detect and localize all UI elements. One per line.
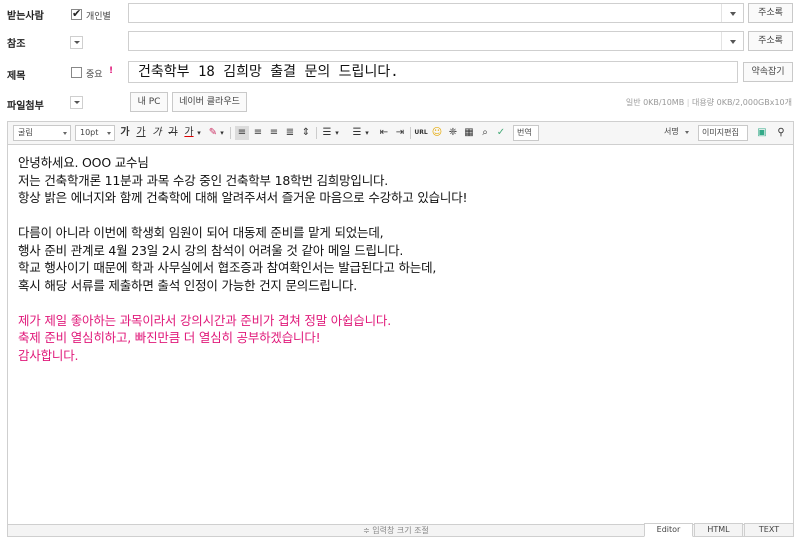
body-line: 항상 밝은 에너지와 함께 건축학에 대해 알려주셔서 즐거운 마음으로 수강하… xyxy=(18,190,468,205)
italic-button[interactable]: 가 xyxy=(150,126,164,140)
image-icon[interactable]: ▣ xyxy=(755,126,769,140)
quota-large: 대용량 0KB/2,000GBx10개 xyxy=(691,98,792,107)
font-size-select[interactable]: 10pt xyxy=(75,125,115,141)
link-icon[interactable]: URL xyxy=(414,126,428,140)
my-pc-button[interactable]: 내 PC xyxy=(130,92,168,112)
recipients-label: 받는사람 xyxy=(7,11,44,22)
individual-checkbox[interactable] xyxy=(71,7,82,20)
table-icon[interactable]: ▦ xyxy=(462,126,476,140)
font-color-button[interactable]: 가 xyxy=(182,126,196,140)
body-line-highlight: 감사합니다. xyxy=(18,347,79,363)
align-right-icon[interactable]: ≡ xyxy=(267,126,281,140)
attachment-quota: 일반 0KB/10MB | 대용량 0KB/2,000GBx10개 xyxy=(625,98,792,107)
numbered-list-dropdown-icon[interactable]: ▾ xyxy=(333,126,341,140)
important-checkbox[interactable] xyxy=(71,67,82,78)
align-center-icon[interactable]: ≡ xyxy=(251,126,265,140)
recipients-address-book-button[interactable]: 주소록 xyxy=(748,3,793,23)
reservation-button[interactable]: 약속잡기 xyxy=(743,62,793,82)
tab-text[interactable]: TEXT xyxy=(744,523,794,537)
bullet-list-icon[interactable]: ☰ xyxy=(350,126,364,140)
bullet-list-dropdown-icon[interactable]: ▾ xyxy=(363,126,371,140)
align-left-icon[interactable]: ≡ xyxy=(235,126,249,140)
body-line: 저는 건축학개론 11분과 과목 수강 중인 건축학부 18학번 김희망입니다. xyxy=(18,172,389,188)
strike-button[interactable]: 가 xyxy=(166,126,180,140)
important-mark: ! xyxy=(109,66,114,76)
indent-icon[interactable]: ⇥ xyxy=(393,126,407,140)
body-line: 혹시 해당 서류를 제출하면 출석 인정이 가능한 건지 문의드립니다. xyxy=(18,277,358,293)
body-line: 학교 행사이기 때문에 학과 사무실에서 협조증과 참여확인서는 발급된다고 하… xyxy=(18,260,437,275)
cc-row: 참조 주소록 xyxy=(0,28,800,56)
recipients-dropdown-icon[interactable] xyxy=(721,4,743,22)
image-edit-button[interactable]: 이미지편집 xyxy=(698,125,748,141)
mail-body[interactable]: 안녕하세요. OOO 교수님 저는 건축학개론 11분과 과목 수강 중인 건축… xyxy=(18,154,468,364)
important-label: 중요 xyxy=(86,70,103,80)
signature-select[interactable]: 서명 xyxy=(661,125,692,141)
body-line: 행사 준비 관계로 4월 23일 2시 강의 참석이 어려울 것 같아 메일 드… xyxy=(18,242,404,258)
tab-html[interactable]: HTML xyxy=(694,523,743,537)
line-height-icon[interactable]: ⇕ xyxy=(299,126,313,140)
naver-cloud-button[interactable]: 네이버 클라우드 xyxy=(172,92,247,112)
body-line: 다름이 아니라 이번에 학생회 임원이 되어 대동제 준비를 맡게 되었는데, xyxy=(18,225,384,240)
cc-input[interactable] xyxy=(128,31,744,51)
cc-dropdown-icon[interactable] xyxy=(721,32,743,50)
attachment-toggle-icon[interactable] xyxy=(70,96,83,109)
font-family-select[interactable]: 굴림 xyxy=(13,125,71,141)
attachment-label: 파일첨부 xyxy=(7,101,44,112)
editor-area[interactable]: 안녕하세요. OOO 교수님 저는 건축학개론 11분과 과목 수강 중인 건축… xyxy=(7,145,794,525)
find-icon[interactable]: ⌕ xyxy=(478,126,492,140)
bold-button[interactable]: 가 xyxy=(118,126,132,140)
individual-label: 개인별 xyxy=(86,12,111,22)
emoticon-icon[interactable]: ☺ xyxy=(430,126,444,140)
outdent-icon[interactable]: ⇤ xyxy=(377,126,391,140)
body-line-highlight: 제가 제일 좋아하는 과목이라서 강의시간과 준비가 겹쳐 정말 아쉽습니다. xyxy=(18,312,391,328)
cc-label: 참조 xyxy=(7,39,26,50)
special-char-icon[interactable]: ❈ xyxy=(446,126,460,140)
subject-label: 제목 xyxy=(7,71,26,82)
resize-handle[interactable]: ≑ 입력창 크기 조절 xyxy=(363,525,429,536)
cc-address-book-button[interactable]: 주소록 xyxy=(748,31,793,51)
quota-normal: 일반 0KB/10MB xyxy=(625,98,685,107)
translate-button[interactable]: 번역 xyxy=(513,125,539,141)
underline-button[interactable]: 가 xyxy=(134,126,148,140)
editor-footer: ≑ 입력창 크기 조절 Editor HTML TEXT xyxy=(7,523,794,537)
highlight-dropdown-icon[interactable]: ▾ xyxy=(218,126,226,140)
recipients-row: 받는사람 개인별 주소록 xyxy=(0,0,800,28)
font-color-dropdown-icon[interactable]: ▾ xyxy=(195,126,203,140)
align-justify-icon[interactable]: ≣ xyxy=(283,126,297,140)
tab-editor[interactable]: Editor xyxy=(644,523,693,537)
cc-toggle-icon[interactable] xyxy=(70,36,83,49)
numbered-list-icon[interactable]: ☰ xyxy=(320,126,334,140)
body-line: 안녕하세요. OOO 교수님 xyxy=(18,155,149,170)
map-pin-icon[interactable]: ⚲ xyxy=(774,126,788,140)
editor-toolbar: 굴림 10pt 가 가 가 가 가 ▾ ✎ ▾ ≡ ≡ ≡ ≣ ⇕ ☰ ▾ ☰ … xyxy=(7,121,794,145)
recipients-input[interactable] xyxy=(128,3,744,23)
body-line-highlight: 축제 준비 열심히하고, 빠진만큼 더 열심히 공부하겠습니다! xyxy=(18,330,321,345)
subject-input[interactable]: 건축학부 18 김희망 출결 문의 드립니다. xyxy=(128,61,738,83)
spellcheck-icon[interactable]: ✓ xyxy=(494,126,508,140)
